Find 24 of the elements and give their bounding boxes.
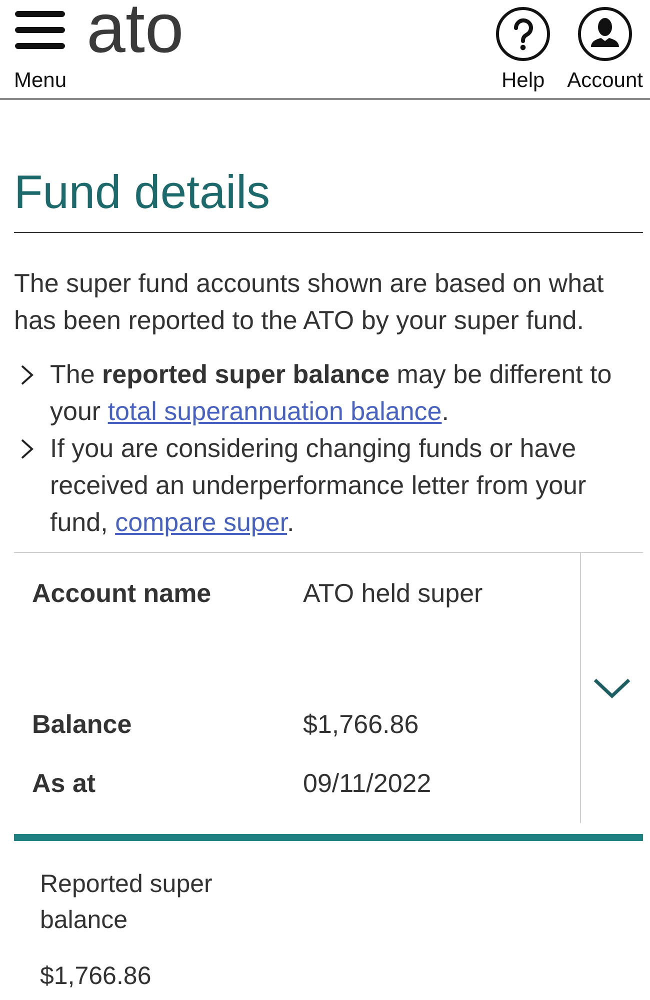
link[interactable]: total superannuation balance (108, 396, 442, 426)
intro-text: The super fund accounts shown are based on what has been reported to the ATO by your super fund. (14, 267, 605, 337)
field-label: As at (32, 768, 97, 798)
field-value: $1,766.86 (303, 709, 420, 739)
note-text: The reported super balance may be different to your total superannuation balance. (50, 358, 613, 428)
field-label: Account name (32, 578, 212, 610)
person-icon (578, 7, 632, 61)
account-button[interactable]: Account (567, 0, 643, 93)
chevron-right-icon (20, 364, 34, 386)
field-value: 09/11/2022 (303, 768, 432, 798)
link[interactable]: compare super (115, 507, 288, 537)
field-label: Balance (32, 709, 133, 739)
menu-button[interactable]: Menu (14, 0, 67, 93)
note-text: If you are considering changing funds or have received an underperformance letter from your fund, compare super. (50, 432, 588, 539)
menu-icon (14, 10, 66, 50)
reported-balance-value: $1,766.86 (40, 961, 152, 992)
page-title: Fund details (14, 164, 272, 220)
chevron-down-icon[interactable] (593, 678, 631, 698)
reported-balance-label: Reported super balance (40, 869, 214, 936)
chevron-right-icon (20, 438, 34, 460)
field-value: ATO held super (303, 578, 484, 610)
help-button[interactable]: Help (496, 0, 550, 93)
site-logo[interactable]: ato (86, 0, 184, 63)
help-icon (496, 7, 550, 61)
